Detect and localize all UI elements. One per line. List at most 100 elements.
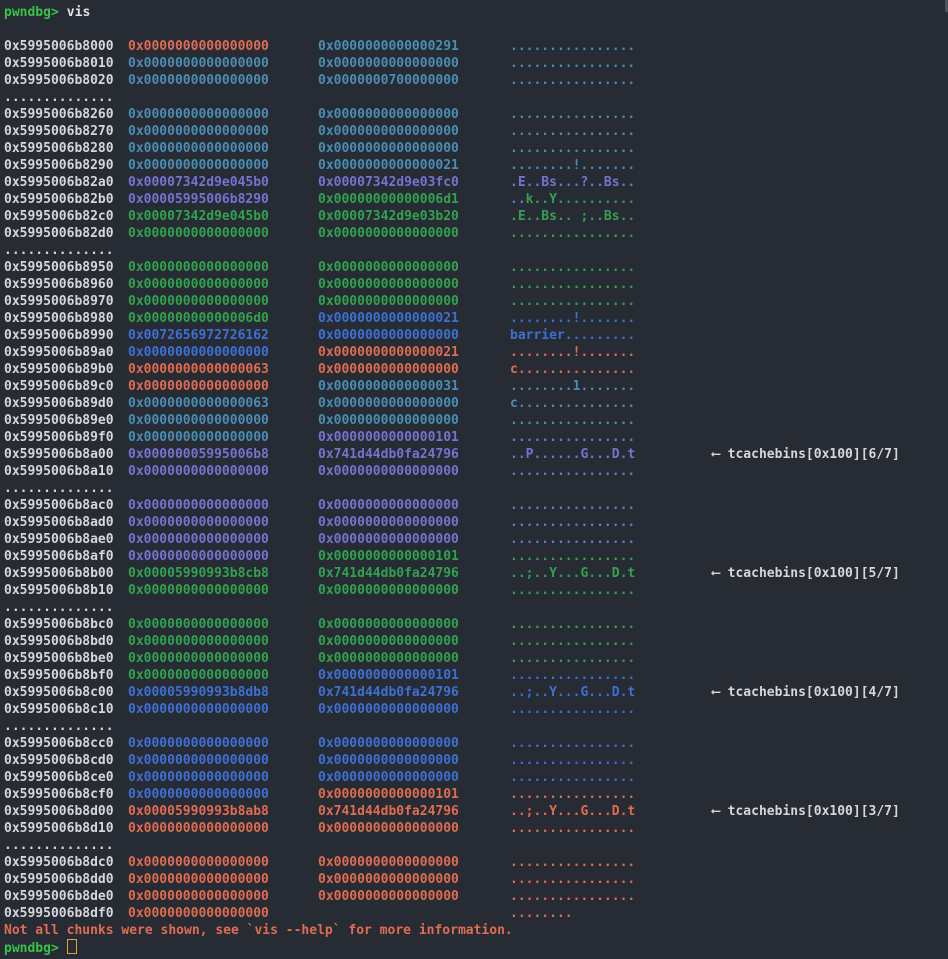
address-cell: 0x5995006b82b0 — [4, 191, 128, 208]
address-cell: 0x5995006b8ae0 — [4, 531, 128, 548]
value1-cell: 0x00005995006b8290 — [128, 191, 318, 208]
value1-cell: 0x0000000000000000 — [128, 123, 318, 140]
ascii-cell: .E..Bs...?..Bs.. — [510, 174, 712, 191]
memory-row: 0x5995006b8a000x00000005995006b80x741d44… — [4, 446, 948, 463]
value1-cell: 0x0000000000000000 — [128, 497, 318, 514]
memory-row: 0x5995006b8ae00x00000000000000000x000000… — [4, 531, 948, 548]
memory-row: 0x5995006b8bd00x00000000000000000x000000… — [4, 633, 948, 650]
value2-cell: 0x0000000000000000 — [318, 106, 510, 123]
value2-cell: 0x741d44db0fa24796 — [318, 684, 510, 701]
memory-row: 0x5995006b89e00x00000000000000000x000000… — [4, 412, 948, 429]
address-cell: 0x5995006b8980 — [4, 310, 128, 327]
memory-row: 0x5995006b8af00x00000000000000000x000000… — [4, 548, 948, 565]
address-cell: 0x5995006b8b10 — [4, 582, 128, 599]
memory-row: 0x5995006b8a100x00000000000000000x000000… — [4, 463, 948, 480]
address-cell: 0x5995006b8d10 — [4, 820, 128, 837]
value2-cell: 0x0000000000000101 — [318, 548, 510, 565]
value1-cell: 0x0000000000000000 — [128, 55, 318, 72]
memory-row: 0x5995006b80000x00000000000000000x000000… — [4, 38, 948, 55]
value2-cell: 0x0000000000000031 — [318, 378, 510, 395]
address-cell: 0x5995006b8ad0 — [4, 514, 128, 531]
value1-cell: 0x0000000000000000 — [128, 905, 318, 922]
memory-row: 0x5995006b8ad00x00000000000000000x000000… — [4, 514, 948, 531]
separator-dots: .............. — [4, 718, 128, 735]
memory-row: 0x5995006b82800x00000000000000000x000000… — [4, 140, 948, 157]
value1-cell: 0x0000000000000000 — [128, 344, 318, 361]
value2-cell: 0x0000000700000000 — [318, 72, 510, 89]
memory-row: 0x5995006b8bc00x00000000000000000x000000… — [4, 616, 948, 633]
ascii-cell: ................ — [510, 429, 712, 446]
address-cell: 0x5995006b8be0 — [4, 650, 128, 667]
ascii-cell: ................ — [510, 259, 712, 276]
value2-cell: 0x0000000000000000 — [318, 769, 510, 786]
command-prompt-line: pwndbg>vis — [4, 4, 948, 21]
ascii-cell: ................ — [510, 123, 712, 140]
address-cell: 0x5995006b8bd0 — [4, 633, 128, 650]
address-cell: 0x5995006b8260 — [4, 106, 128, 123]
value2-cell: 0x0000000000000000 — [318, 871, 510, 888]
value1-cell: 0x0000000000000063 — [128, 395, 318, 412]
value1-cell: 0x00000005995006b8 — [128, 446, 318, 463]
value1-cell: 0x0072656972726162 — [128, 327, 318, 344]
value2-cell: 0x00007342d9e03b20 — [318, 208, 510, 225]
memory-row: 0x5995006b82600x00000000000000000x000000… — [4, 106, 948, 123]
value1-cell: 0x0000000000000000 — [128, 650, 318, 667]
value2-cell: 0x0000000000000101 — [318, 786, 510, 803]
value1-cell: 0x0000000000000000 — [128, 548, 318, 565]
ascii-cell: ................ — [510, 871, 712, 888]
address-cell: 0x5995006b89f0 — [4, 429, 128, 446]
address-cell: 0x5995006b8cd0 — [4, 752, 128, 769]
separator-dots: .............. — [4, 599, 128, 616]
memory-row: 0x5995006b8be00x00000000000000000x000000… — [4, 650, 948, 667]
terminal-cursor — [67, 939, 77, 954]
ascii-cell: ................ — [510, 72, 712, 89]
value2-cell: 0x00000000000006d1 — [318, 191, 510, 208]
value2-cell: 0x0000000000000000 — [318, 123, 510, 140]
value1-cell: 0x00005990993b8cb8 — [128, 565, 318, 582]
memory-row: 0x5995006b89d00x00000000000000630x000000… — [4, 395, 948, 412]
value2-cell: 0x0000000000000000 — [318, 514, 510, 531]
value2-cell: 0x0000000000000000 — [318, 735, 510, 752]
value1-cell: 0x00000000000006d0 — [128, 310, 318, 327]
address-cell: 0x5995006b8020 — [4, 72, 128, 89]
value2-cell: 0x0000000000000000 — [318, 616, 510, 633]
memory-row: 0x5995006b82700x00000000000000000x000000… — [4, 123, 948, 140]
address-cell: 0x5995006b8c10 — [4, 701, 128, 718]
ascii-cell: ................ — [510, 531, 712, 548]
value1-cell: 0x0000000000000000 — [128, 72, 318, 89]
separator-row: .............. — [4, 89, 948, 106]
ascii-cell: ........ — [510, 905, 712, 922]
ascii-cell: ..k..Y.......... — [510, 191, 712, 208]
memory-row: 0x5995006b89500x00000000000000000x000000… — [4, 259, 948, 276]
value2-cell: 0x0000000000000000 — [318, 276, 510, 293]
memory-row: 0x5995006b8cf00x00000000000000000x000000… — [4, 786, 948, 803]
ascii-cell: ................ — [510, 735, 712, 752]
memory-row: 0x5995006b82c00x00007342d9e045b00x000073… — [4, 208, 948, 225]
memory-row: 0x5995006b8dc00x00000000000000000x000000… — [4, 854, 948, 871]
value1-cell: 0x0000000000000000 — [128, 463, 318, 480]
memory-row: 0x5995006b82900x00000000000000000x000000… — [4, 157, 948, 174]
value1-cell: 0x0000000000000000 — [128, 293, 318, 310]
ascii-cell: ................ — [510, 140, 712, 157]
value2-cell: 0x0000000000000000 — [318, 361, 510, 378]
address-cell: 0x5995006b8dd0 — [4, 871, 128, 888]
memory-row: 0x5995006b8ac00x00000000000000000x000000… — [4, 497, 948, 514]
address-cell: 0x5995006b8970 — [4, 293, 128, 310]
value1-cell: 0x0000000000000000 — [128, 854, 318, 871]
address-cell: 0x5995006b8cf0 — [4, 786, 128, 803]
value2-cell: 0x0000000000000000 — [318, 463, 510, 480]
ascii-cell: ..;..Y...G...D.t — [510, 684, 712, 701]
address-cell: 0x5995006b8bf0 — [4, 667, 128, 684]
value2-cell: 0x0000000000000000 — [318, 633, 510, 650]
ascii-cell: ........!....... — [510, 344, 712, 361]
value2-cell: 0x741d44db0fa24796 — [318, 565, 510, 582]
ascii-cell: ................ — [510, 276, 712, 293]
address-cell: 0x5995006b8ce0 — [4, 769, 128, 786]
address-cell: 0x5995006b8c00 — [4, 684, 128, 701]
value2-cell: 0x0000000000000000 — [318, 531, 510, 548]
ascii-cell: ................ — [510, 888, 712, 905]
address-cell: 0x5995006b8010 — [4, 55, 128, 72]
bin-annotation: ⟵ tcachebins[0x100][6/7] — [712, 446, 948, 463]
value1-cell: 0x0000000000000000 — [128, 429, 318, 446]
address-cell: 0x5995006b8df0 — [4, 905, 128, 922]
